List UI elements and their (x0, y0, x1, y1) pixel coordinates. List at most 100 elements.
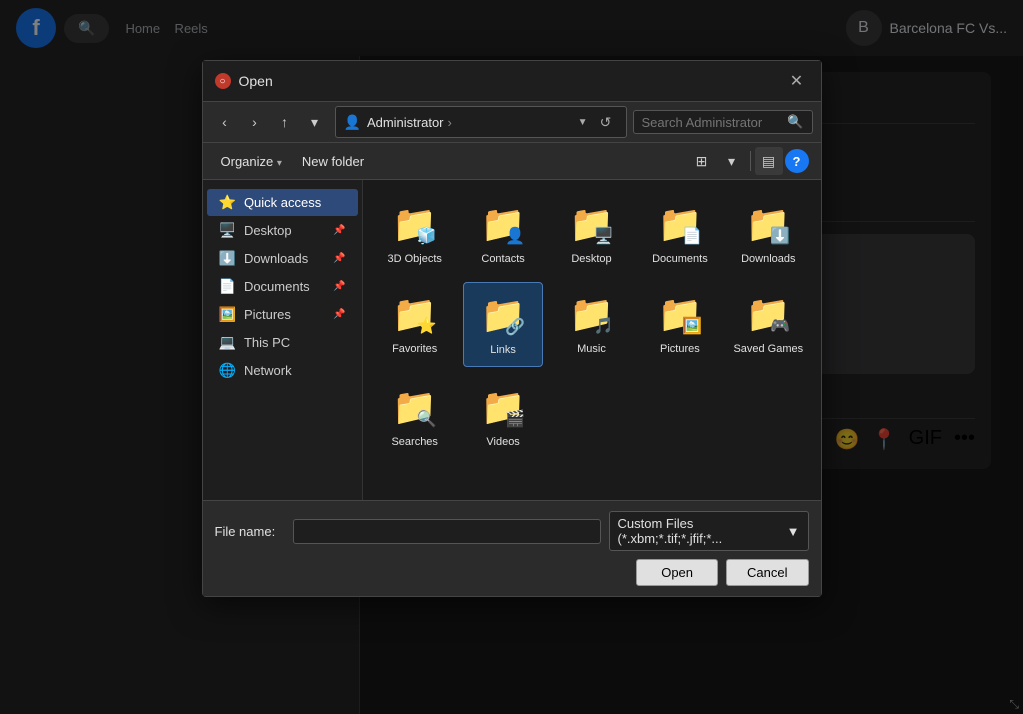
file-item-pictures[interactable]: 📁 🖼️ Pictures (640, 282, 720, 366)
file-overlay-searches: 🔍 (417, 409, 437, 429)
file-overlay-favorites: ⭐ (417, 316, 437, 336)
address-path: Administrator › (367, 115, 572, 130)
open-button[interactable]: Open (636, 559, 718, 586)
file-overlay-saved-games: 🎮 (770, 316, 790, 336)
filename-row: File name: Custom Files (*.xbm;*.tif;*.j… (215, 511, 809, 551)
filename-input[interactable] (293, 519, 601, 544)
cancel-button[interactable]: Cancel (726, 559, 808, 586)
file-icon-favorites: 📁 ⭐ (391, 290, 439, 338)
file-item-documents[interactable]: 📁 📄 Documents (640, 192, 720, 274)
forward-button[interactable]: › (241, 108, 269, 136)
file-item-links[interactable]: 📁 🔗 Links (463, 282, 543, 366)
dialog-title: Open (239, 73, 273, 89)
file-item-contacts[interactable]: 📁 👤 Contacts (463, 192, 543, 274)
resize-handle[interactable]: ⤡ (1009, 697, 1019, 712)
file-item-searches[interactable]: 📁 🔍 Searches (375, 375, 455, 457)
dialog-close-button[interactable]: ✕ (785, 69, 809, 93)
address-bar[interactable]: 👤 Administrator › ▼ ↺ (335, 106, 627, 138)
address-dropdown-button[interactable]: ▼ (578, 117, 588, 128)
nav-item-quick-access[interactable]: ⭐ Quick access (207, 189, 358, 216)
filetype-select[interactable]: Custom Files (*.xbm;*.tif;*.jfif;*... ▼ (609, 511, 809, 551)
nav-item-downloads[interactable]: ⬇️ Downloads 📌 (207, 245, 358, 272)
file-overlay-links: 🔗 (505, 317, 525, 337)
address-refresh-button[interactable]: ↺ (594, 110, 618, 134)
file-name-favorites: Favorites (392, 342, 437, 356)
file-item-music[interactable]: 📁 🎵 Music (551, 282, 631, 366)
open-dialog: ○ Open ✕ ‹ › ↑ ▾ 👤 Administrator › ▼ ↺ (202, 60, 822, 597)
address-path-text: Administrator (367, 115, 444, 130)
nav-icon-pictures: 🖼️ (219, 306, 236, 323)
search-button[interactable]: 🔍 (787, 114, 803, 130)
file-icon-saved-games: 📁 🎮 (744, 290, 792, 338)
file-item-favorites[interactable]: 📁 ⭐ Favorites (375, 282, 455, 366)
file-name-links: Links (490, 343, 516, 357)
file-overlay-music: 🎵 (594, 316, 614, 336)
address-user-icon: 👤 (344, 114, 361, 131)
pin-icon-desktop: 📌 (333, 225, 345, 236)
file-name-videos: Videos (486, 435, 519, 449)
nav-item-pictures[interactable]: 🖼️ Pictures 📌 (207, 301, 358, 328)
file-overlay-desktop: 🖥️ (594, 226, 614, 246)
large-icons-view-button[interactable]: ⊞ (688, 147, 716, 175)
nav-item-this-pc[interactable]: 💻 This PC (207, 329, 358, 356)
address-separator: › (448, 115, 452, 130)
pin-icon-pictures: 📌 (333, 309, 345, 320)
view-dropdown-button[interactable]: ▾ (718, 147, 746, 175)
file-icon-pictures: 📁 🖼️ (656, 290, 704, 338)
file-icon-documents: 📁 📄 (656, 200, 704, 248)
file-icon-searches: 📁 🔍 (391, 383, 439, 431)
file-icon-contacts: 📁 👤 (479, 200, 527, 248)
file-name-desktop: Desktop (571, 252, 611, 266)
nav-label-quick-access: Quick access (244, 195, 321, 210)
file-item-saved-games[interactable]: 📁 🎮 Saved Games (728, 282, 808, 366)
file-item-downloads[interactable]: 📁 ⬇️ Downloads (728, 192, 808, 274)
file-name-saved-games: Saved Games (733, 342, 803, 356)
file-name-3d-objects: 3D Objects (387, 252, 441, 266)
file-overlay-documents: 📄 (682, 226, 702, 246)
file-icon-links: 📁 🔗 (479, 291, 527, 339)
file-name-contacts: Contacts (481, 252, 524, 266)
new-folder-button[interactable]: New folder (296, 151, 370, 172)
view-separator (750, 151, 751, 171)
organize-arrow: ▾ (277, 158, 282, 169)
nav-item-network[interactable]: 🌐 Network (207, 357, 358, 384)
nav-label-this-pc: This PC (244, 335, 290, 350)
file-icon-desktop: 📁 🖥️ (567, 200, 615, 248)
help-button[interactable]: ? (785, 149, 809, 173)
file-icon-music: 📁 🎵 (567, 290, 615, 338)
search-bar: 🔍 (633, 110, 813, 134)
up-button[interactable]: ↑ (271, 108, 299, 136)
file-name-searches: Searches (391, 435, 437, 449)
file-overlay-3d-objects: 🧊 (417, 226, 437, 246)
dialog-titlebar: ○ Open ✕ (203, 61, 821, 102)
dialog-icon: ○ (215, 73, 231, 89)
filename-label: File name: (215, 524, 285, 539)
nav-icon-desktop: 🖥️ (219, 222, 236, 239)
actions-bar: Organize ▾ New folder ⊞ ▾ ▤ ? (203, 143, 821, 180)
file-item-desktop[interactable]: 📁 🖥️ Desktop (551, 192, 631, 274)
organize-button[interactable]: Organize ▾ (215, 151, 288, 172)
pin-icon-documents: 📌 (333, 281, 345, 292)
nav-panel: ⭐ Quick access 🖥️ Desktop 📌 ⬇️ Downloads… (203, 180, 363, 500)
nav-icon-network: 🌐 (219, 362, 236, 379)
preview-pane-button[interactable]: ▤ (755, 147, 783, 175)
recent-button[interactable]: ▾ (301, 108, 329, 136)
back-button[interactable]: ‹ (211, 108, 239, 136)
dialog-footer: File name: Custom Files (*.xbm;*.tif;*.j… (203, 500, 821, 596)
file-name-pictures: Pictures (660, 342, 700, 356)
nav-label-pictures: Pictures (244, 307, 291, 322)
file-overlay-downloads: ⬇️ (770, 226, 790, 246)
dialog-overlay: ○ Open ✕ ‹ › ↑ ▾ 👤 Administrator › ▼ ↺ (0, 0, 1023, 714)
view-buttons: ⊞ ▾ ▤ ? (688, 147, 809, 175)
nav-item-documents[interactable]: 📄 Documents 📌 (207, 273, 358, 300)
filetype-dropdown-arrow: ▼ (787, 524, 800, 539)
file-name-documents: Documents (652, 252, 708, 266)
dialog-toolbar: ‹ › ↑ ▾ 👤 Administrator › ▼ ↺ 🔍 (203, 102, 821, 143)
file-item-videos[interactable]: 📁 🎬 Videos (463, 375, 543, 457)
nav-label-documents: Documents (244, 279, 310, 294)
search-input[interactable] (642, 115, 784, 130)
file-overlay-contacts: 👤 (505, 226, 525, 246)
nav-item-desktop[interactable]: 🖥️ Desktop 📌 (207, 217, 358, 244)
file-item-3d-objects[interactable]: 📁 🧊 3D Objects (375, 192, 455, 274)
nav-label-downloads: Downloads (244, 251, 308, 266)
